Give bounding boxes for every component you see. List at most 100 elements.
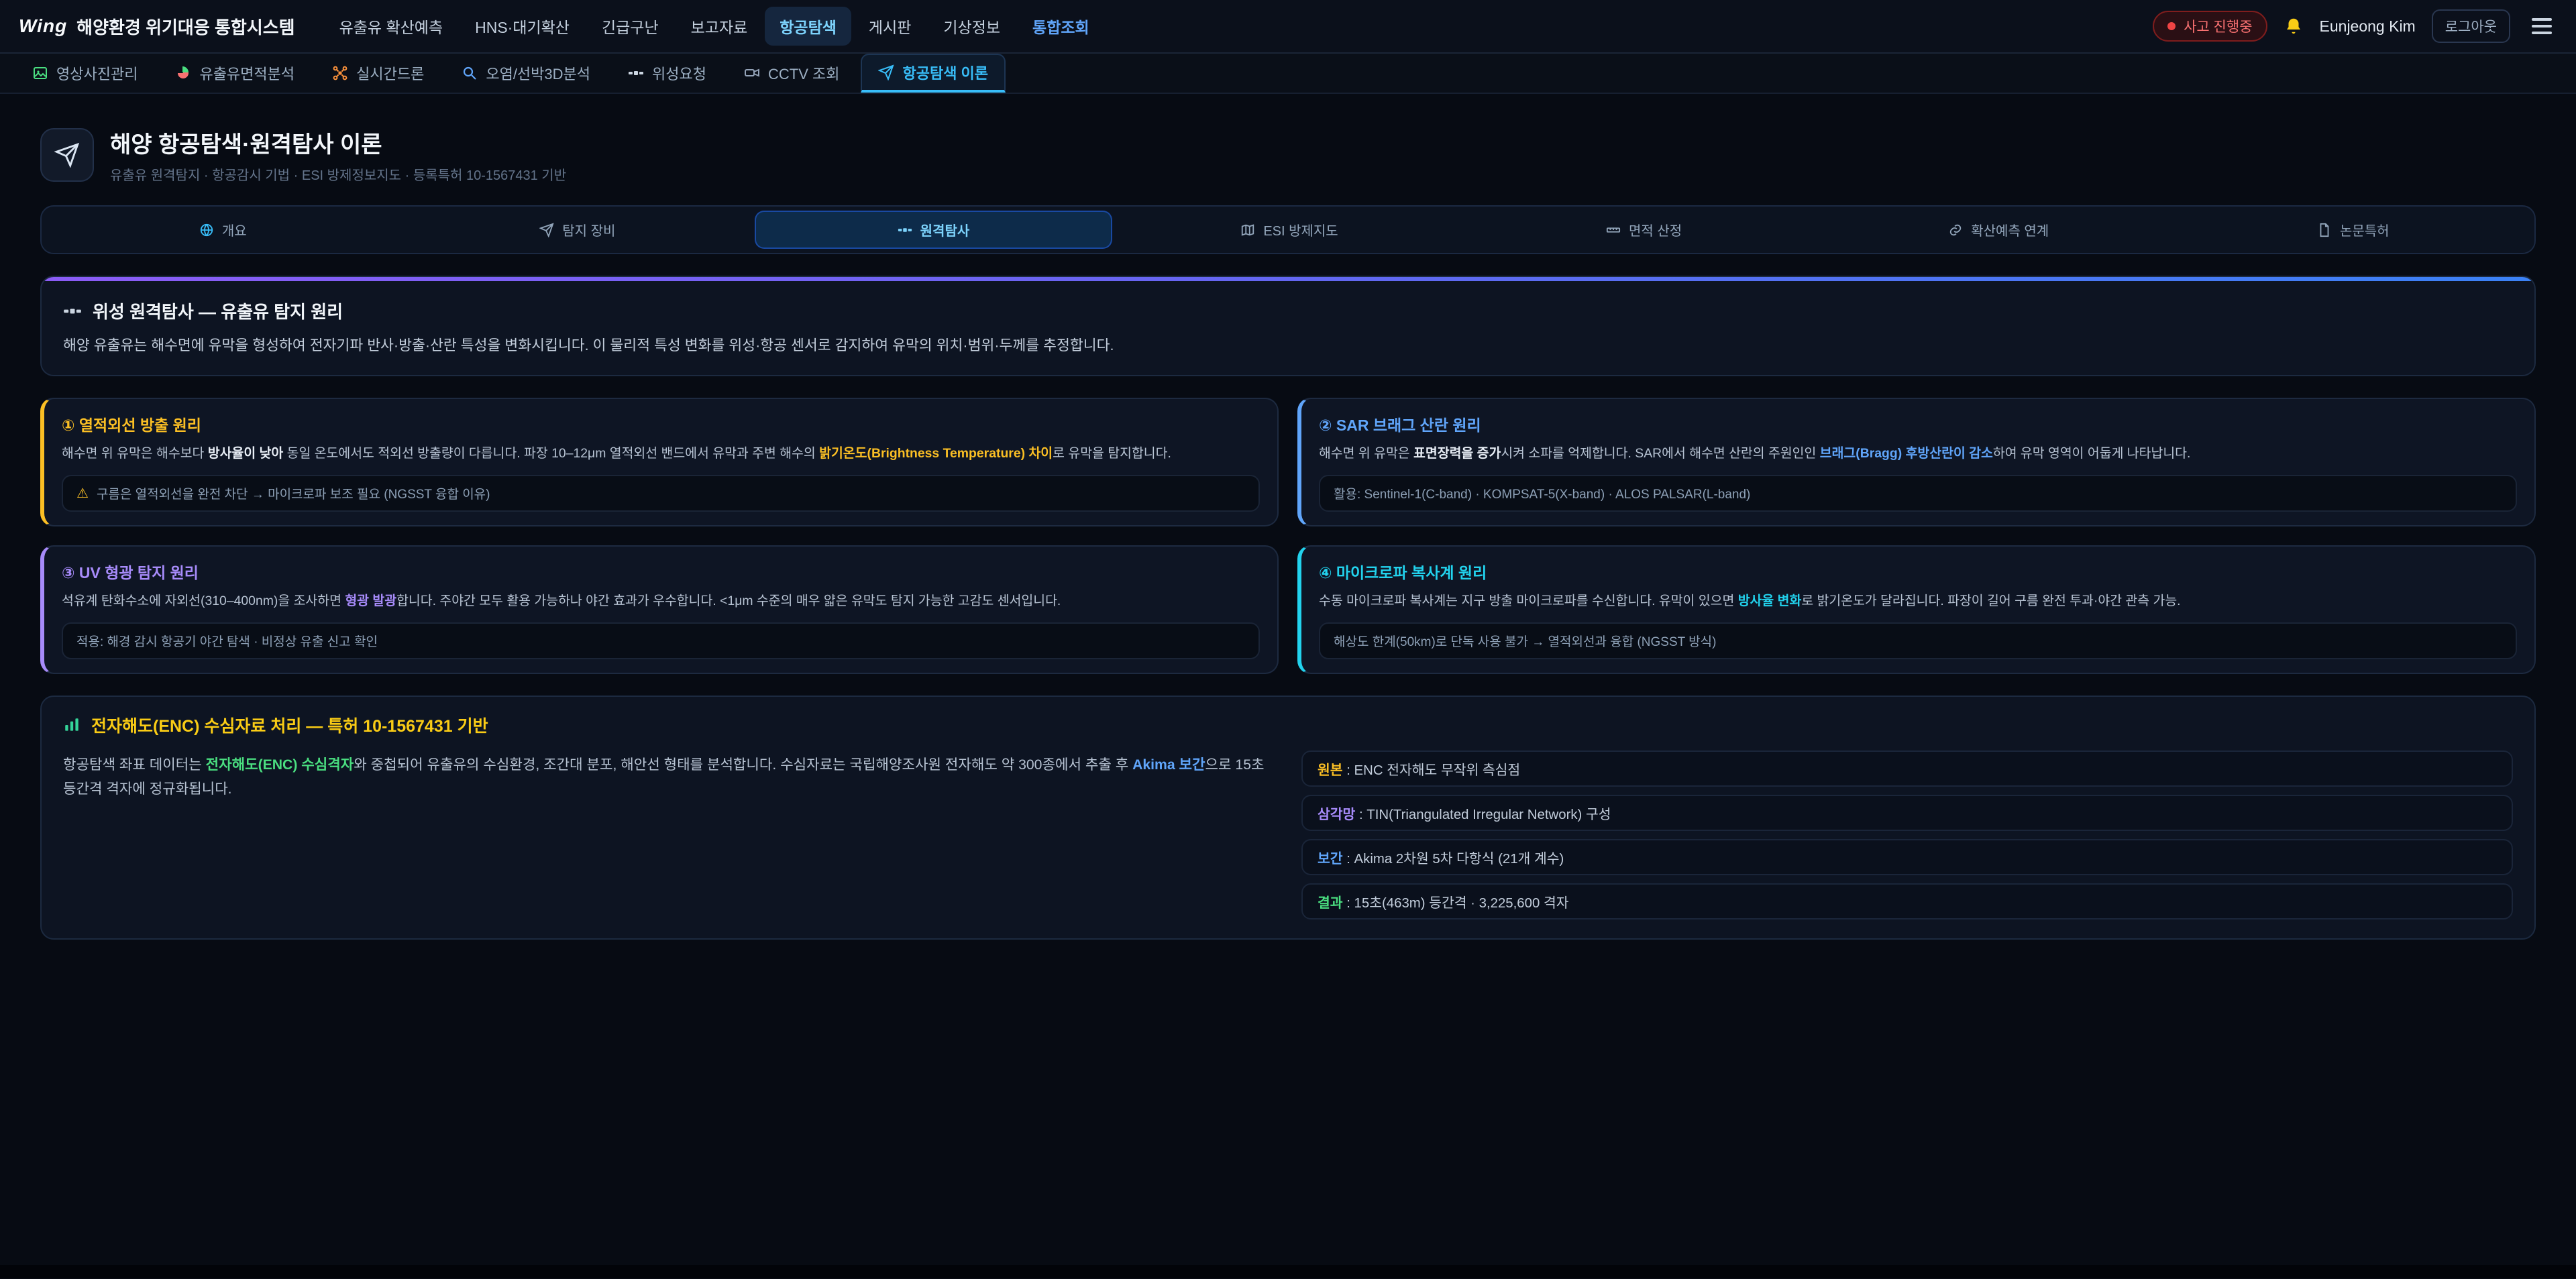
pill-tab-label: 개요 [222,220,247,239]
card-note-text: 구름은 열적외선을 완전 차단 → 마이크로파 보조 필요 (NGSST 융합 … [97,484,490,502]
hamburger-menu-icon[interactable] [2526,11,2557,41]
pill-tab-label: ESI 방제지도 [1263,220,1338,239]
section-intro: 해양 유출유는 해수면에 유막을 형성하여 전자기파 반사·방출·산란 특성을 … [63,334,2513,357]
drone-icon [332,65,348,81]
principle-card-microwave-radiometer: ④ 마이크로파 복사계 원리 수동 마이크로파 복사계는 지구 방출 마이크로파… [1297,545,2536,674]
pill-tab-label: 확산예측 연계 [1971,220,2049,239]
nav-item-reports[interactable]: 보고자료 [676,7,763,46]
enc-row-text: : ENC 전자해도 무작위 측심점 [1343,763,1521,778]
subnav-tab-label: 오염/선박3D분석 [486,62,590,84]
nav-item-weather-info[interactable]: 기상정보 [928,7,1015,46]
logout-button[interactable]: 로그아웃 [2432,9,2510,43]
theory-tab-bar: 개요 탐지 장비 원격탐사 [40,205,2536,254]
enc-row-text: : Akima 2차원 5차 다항식 (21개 계수) [1343,852,1564,867]
enc-row-source: 원본 : ENC 전자해도 무작위 측심점 [1301,750,2513,787]
remote-sensing-section: 위성 원격탐사 — 유출유 탐지 원리 해양 유출유는 해수면에 유막을 형성하… [40,276,2536,376]
enc-row-label: 원본 [1318,763,1343,778]
link-icon [1948,223,1963,237]
card-note-text: 해상도 한계(50km)로 단독 사용 불가 → 열적외선과 융합 (NGSST… [1334,632,1716,650]
subnav-tab-cctv[interactable]: CCTV 조회 [728,54,855,93]
nav-item-emergency-rescue[interactable]: 긴급구난 [587,7,674,46]
nav-item-oil-spill-prediction[interactable]: 유출유 확산예측 [325,7,458,46]
card-body: 해수면 위 유막은 표면장력을 증가시켜 소파를 억제합니다. SAR에서 해수… [1319,443,2517,464]
plane-icon [539,223,554,237]
magnifier-icon [462,65,478,81]
card-note-text: 활용: Sentinel-1(C-band) · KOMPSAT-5(X-ban… [1334,484,1750,502]
subnav-tab-oil-area-analysis[interactable]: 유출유면적분석 [159,54,311,93]
page-title: 해양 항공탐색·원격탐사 이론 [110,126,566,159]
warning-icon: ⚠ [76,485,89,502]
globe-icon [199,223,214,237]
enc-row-label: 보간 [1318,852,1343,867]
page: Wing 해양환경 위기대응 통합시스템 유출유 확산예측 HNS·대기확산 긴… [0,0,2576,1278]
pill-tab-esi-map[interactable]: ESI 방제지도 [1112,211,1467,249]
map-icon [1240,223,1255,237]
app-logo[interactable]: Wing 해양환경 위기대응 통합시스템 [19,14,295,39]
card-note: 적용: 해경 감시 항공기 야간 탐색 · 비정상 유출 신고 확인 [62,622,1260,659]
status-dot-icon [2167,22,2176,30]
send-icon [54,142,80,168]
principle-card-uv-fluorescence: ③ UV 형광 탐지 원리 석유계 탄화수소에 자외선(310–400nm)을 … [40,545,1279,674]
image-icon [32,65,48,81]
pill-tab-label: 논문특허 [2340,220,2390,239]
main-area: 해양 항공탐색·원격탐사 이론 유출유 원격탐지 · 항공감시 기법 · ESI… [0,94,2576,1265]
card-note: 해상도 한계(50km)로 단독 사용 불가 → 열적외선과 융합 (NGSST… [1319,622,2517,659]
user-name: Eunjeong Kim [2320,17,2416,36]
document-icon [2317,223,2332,237]
enc-paragraph: 항공탐색 좌표 데이터는 전자해도(ENC) 수심격자와 중첩되어 유출유의 수… [63,750,1275,801]
paper-plane-icon [878,64,894,80]
card-title: ② SAR 브래그 산란 원리 [1319,412,2517,435]
enc-row-label: 결과 [1318,896,1343,911]
enc-bathymetry-section: 전자해도(ENC) 수심자료 처리 — 특허 10-1567431 기반 항공탐… [40,696,2536,940]
satellite-icon [898,223,912,237]
subnav-tab-satellite-request[interactable]: 위성요청 [612,54,722,93]
subnav-tab-image-management[interactable]: 영상사진관리 [16,54,154,93]
subnav-tab-label: 항공탐색 이론 [902,62,988,83]
card-body: 해수면 위 유막은 해수보다 방사율이 낮아 동일 온도에서도 적외선 방출량이… [62,443,1260,464]
nav-item-aerial-search[interactable]: 항공탐색 [765,7,851,46]
page-header: 해양 항공탐색·원격탐사 이론 유출유 원격탐지 · 항공감시 기법 · ESI… [40,126,2536,184]
subnav-tab-pollution-ship-3d[interactable]: 오염/선박3D분석 [445,54,606,93]
pill-tab-area-calculation[interactable]: 면적 산정 [1466,211,1821,249]
principle-card-thermal-ir: ① 열적외선 방출 원리 해수면 위 유막은 해수보다 방사율이 낮아 동일 온… [40,398,1279,526]
bar-chart-icon [63,716,80,734]
subnav-tab-label: 영상사진관리 [56,62,138,84]
satellite-icon [63,302,82,321]
page-subtitle: 유출유 원격탐지 · 항공감시 기법 · ESI 방제정보지도 · 등록특허 1… [110,164,566,184]
pill-tab-papers-patents[interactable]: 논문특허 [2176,211,2530,249]
pie-chart-icon [175,65,191,81]
nav-item-integrated-search[interactable]: 통합조회 [1018,7,1104,46]
subnav-tab-label: 위성요청 [652,62,706,84]
sub-navigation: 영상사진관리 유출유면적분석 실시간드론 [0,54,2576,94]
bell-icon[interactable] [2284,16,2304,36]
card-title: ③ UV 형광 탐지 원리 [62,560,1260,583]
nav-item-hns-atmospheric[interactable]: HNS·대기확산 [460,7,584,46]
card-title: ④ 마이크로파 복사계 원리 [1319,560,2517,583]
subnav-tab-aerial-theory[interactable]: 항공탐색 이론 [861,54,1006,93]
enc-row-result: 결과 : 15초(463m) 등간격 · 3,225,600 격자 [1301,883,2513,920]
bottom-band [0,1265,2576,1278]
pill-tab-remote-sensing[interactable]: 원격탐사 [755,211,1112,249]
section-title: 전자해도(ENC) 수심자료 처리 — 특허 10-1567431 기반 [91,713,488,737]
status-badge-label: 사고 진행중 [2184,16,2252,36]
enc-process-rows: 원본 : ENC 전자해도 무작위 측심점 삼각망 : TIN(Triangul… [1301,750,2513,920]
card-title: ① 열적외선 방출 원리 [62,412,1260,435]
card-note: 활용: Sentinel-1(C-band) · KOMPSAT-5(X-ban… [1319,475,2517,512]
logo-icon: Wing [19,15,67,37]
subnav-tab-realtime-drone[interactable]: 실시간드론 [316,54,440,93]
nav-item-board[interactable]: 게시판 [854,7,926,46]
pill-tab-overview[interactable]: 개요 [46,211,400,249]
principle-cards-grid: ① 열적외선 방출 원리 해수면 위 유막은 해수보다 방사율이 낮아 동일 온… [40,398,2536,675]
pill-tab-detection-equipment[interactable]: 탐지 장비 [400,211,755,249]
principle-card-sar-bragg: ② SAR 브래그 산란 원리 해수면 위 유막은 표면장력을 증가시켜 소파를… [1297,398,2536,526]
main-menu: 유출유 확산예측 HNS·대기확산 긴급구난 보고자료 항공탐색 게시판 기상정… [325,7,1104,46]
top-navbar: Wing 해양환경 위기대응 통합시스템 유출유 확산예측 HNS·대기확산 긴… [0,0,2576,54]
pill-tab-label: 면적 산정 [1629,220,1682,239]
enc-row-text: : 15초(463m) 등간격 · 3,225,600 격자 [1343,896,1569,911]
pill-tab-diffusion-link[interactable]: 확산예측 연계 [1821,211,2176,249]
ruler-icon [1606,223,1621,237]
subnav-tab-label: 유출유면적분석 [199,62,294,84]
pill-tab-label: 탐지 장비 [562,220,615,239]
enc-row-tin: 삼각망 : TIN(Triangulated Irregular Network… [1301,795,2513,831]
subnav-tab-label: 실시간드론 [356,62,424,84]
